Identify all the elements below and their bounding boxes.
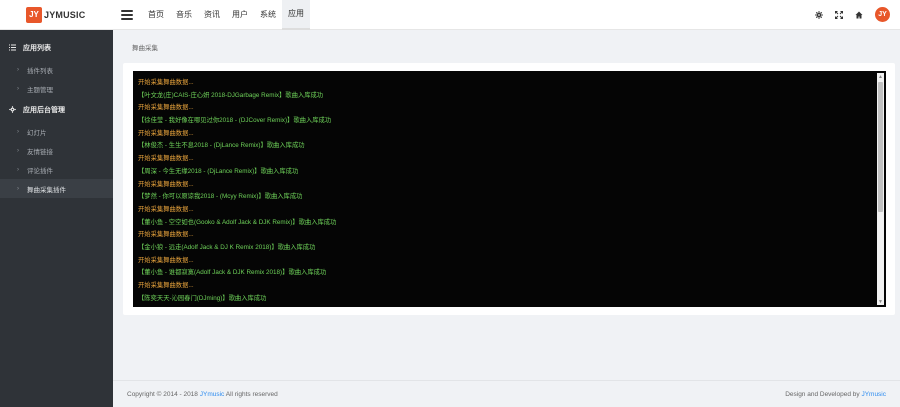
main-content: 舞曲采集 开始采集舞曲数据... 【叶文龙(庄)CAIS-庄心妍 2018-DJG… — [113, 30, 900, 377]
sidebar-item-dj-collector[interactable]: › 舞曲采集插件 — [0, 179, 113, 198]
home-icon[interactable] — [849, 0, 869, 30]
scroll-up-icon[interactable]: ▲ — [877, 73, 884, 80]
log-line-success: 【陈奕天天-沁园春门(DJming)】歌曲入库成功 — [138, 294, 267, 302]
log-line-success: 【金小狼 - 远走(Adolf Jack & DJ K Remix 2018)】… — [138, 243, 316, 251]
gear-icon — [9, 105, 16, 115]
expand-icon[interactable] — [829, 0, 849, 30]
sidebar-group-label: 应用后台管理 — [23, 107, 65, 114]
log-line-success: 【董小鱼 - 谁都寂寞(Adolf Jack & DJK Remix 2018)… — [138, 269, 327, 277]
log-line-success: 【林俊杰 - 生生不息2018 - (DjLance Remix)】歌曲入库成功 — [138, 142, 305, 150]
breadcrumb: 舞曲采集 — [113, 30, 900, 63]
sidebar-item-comments[interactable]: › 评论插件 — [0, 160, 113, 179]
logo-text: JYMUSIC — [44, 9, 86, 20]
log-line-start: 开始采集舞曲数据... — [138, 155, 194, 163]
nav-item-music[interactable]: 音乐 — [170, 0, 198, 30]
nav-item-home[interactable]: 首页 — [142, 0, 170, 30]
avatar[interactable]: JY — [875, 7, 890, 22]
sidebar-item-label: 舞曲采集插件 — [27, 186, 66, 194]
logo[interactable]: JY JYMUSIC — [0, 0, 113, 30]
log-line-start: 开始采集舞曲数据... — [138, 256, 194, 264]
sidebar-item-label: 主题管理 — [27, 86, 53, 94]
content-card: 开始采集舞曲数据... 【叶文龙(庄)CAIS-庄心妍 2018-DJGarbag… — [123, 63, 895, 315]
chevron-right-icon: › — [17, 85, 19, 92]
scroll-thumb[interactable] — [878, 82, 883, 212]
chevron-right-icon: › — [17, 66, 19, 73]
copyright-link[interactable]: JYmusic — [200, 391, 225, 398]
log-line-start: 开始采集舞曲数据... — [138, 79, 194, 86]
log-lines: 开始采集舞曲数据... 【叶文龙(庄)CAIS-庄心妍 2018-DJGarbag… — [138, 77, 874, 305]
top-nav: 首页 音乐 资讯 用户 系统 应用 — [142, 0, 310, 30]
sidebar-group-app-list[interactable]: 应用列表 — [0, 36, 113, 60]
logo-badge: JY — [26, 6, 42, 23]
sidebar-item-label: 评论插件 — [27, 167, 53, 175]
log-line-start: 开始采集舞曲数据... — [138, 180, 194, 188]
log-line-success: 【周深 - 今生无缘2018 - (DjLance Remix)】歌曲入库成功 — [138, 167, 299, 175]
chevron-right-icon: › — [17, 128, 19, 135]
log-line-start: 开始采集舞曲数据... — [138, 282, 194, 289]
sidebar-group-label: 应用列表 — [23, 45, 51, 52]
log-line-success: 【叶文龙(庄)CAIS-庄心妍 2018-DJGarbage Remix】歌曲入… — [138, 91, 324, 99]
sidebar-item-friend-links[interactable]: › 友情链接 — [0, 141, 113, 160]
log-line-start: 开始采集舞曲数据... — [138, 104, 194, 112]
list-icon — [9, 44, 16, 53]
sidebar: 应用列表 › 插件列表 › 主题管理 应用后台管理 › 幻灯片 › 友情链接 ›… — [0, 30, 113, 407]
nav-item-system[interactable]: 系统 — [254, 0, 282, 30]
footer: Copyright © 2014 - 2018 JYmusic All righ… — [113, 380, 900, 407]
log-line-success: 【董小鱼 - 空空如也(Gooko & Adolf Jack & DJK Rem… — [138, 218, 337, 226]
top-bar: JY JYMUSIC 首页 音乐 资讯 用户 系统 应用 JY — [0, 0, 900, 30]
header-actions: JY — [809, 0, 900, 30]
nav-item-apps[interactable]: 应用 — [282, 0, 310, 30]
sidebar-item-slides[interactable]: › 幻灯片 — [0, 122, 113, 141]
nav-item-news[interactable]: 资讯 — [198, 0, 226, 30]
sidebar-item-label: 幻灯片 — [27, 129, 47, 137]
console-scrollbar[interactable]: ▲ ▼ — [877, 73, 884, 305]
copyright: Copyright © 2014 - 2018 JYmusic All righ… — [127, 390, 278, 398]
chevron-right-icon: › — [17, 147, 19, 154]
log-line-start: 开始采集舞曲数据... — [138, 231, 194, 239]
page-title: 舞曲采集 — [132, 44, 158, 52]
nav-item-users[interactable]: 用户 — [226, 0, 254, 30]
scroll-down-icon[interactable]: ▼ — [877, 298, 884, 305]
log-line-success: 【徐佳莹 - 我好像在哪见过你2018 - (DJCover Remix)】歌曲… — [138, 117, 332, 125]
sidebar-item-label: 插件列表 — [27, 67, 53, 75]
credit-link[interactable]: JYmusic — [861, 391, 886, 398]
log-line-success: 【梦然 - 你可以原谅我2018 - (Mcyy Remix)】歌曲入库成功 — [138, 193, 303, 201]
log-line-start: 开始采集舞曲数据... — [138, 129, 194, 137]
log-line-start: 开始采集舞曲数据... — [138, 205, 194, 213]
collector-log-console[interactable]: 开始采集舞曲数据... 【叶文龙(庄)CAIS-庄心妍 2018-DJGarbag… — [133, 71, 886, 307]
sidebar-group-app-admin[interactable]: 应用后台管理 — [0, 98, 113, 122]
sidebar-item-label: 友情链接 — [27, 148, 53, 156]
hamburger-menu-icon[interactable] — [121, 9, 133, 20]
chevron-right-icon: › — [17, 185, 19, 192]
gear-icon[interactable] — [809, 0, 829, 30]
sidebar-item-plugins[interactable]: › 插件列表 — [0, 60, 113, 79]
sidebar-item-themes[interactable]: › 主题管理 — [0, 79, 113, 98]
credit: Design and Developed by JYmusic — [785, 390, 886, 398]
chevron-right-icon: › — [17, 166, 19, 173]
